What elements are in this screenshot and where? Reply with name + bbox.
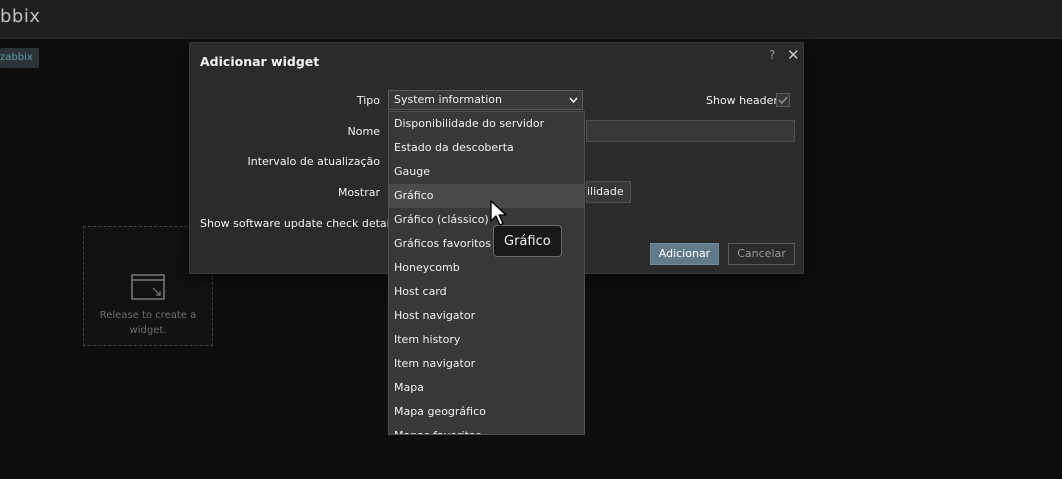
tipo-select-value: System information <box>394 93 503 106</box>
nome-input[interactable] <box>586 120 795 142</box>
dropdown-option[interactable]: Mapa geográfico <box>389 400 584 424</box>
show-header-checkbox[interactable] <box>776 93 790 107</box>
dropdown-option[interactable]: Host card <box>389 280 584 304</box>
mostrar-label: Mostrar <box>337 186 380 199</box>
host-tag[interactable]: zabbix <box>0 48 39 68</box>
tipo-select[interactable]: System information <box>388 90 583 110</box>
intervalo-label: Intervalo de atualização <box>247 155 380 168</box>
dropdown-option[interactable]: Item navigator <box>389 352 584 376</box>
software-update-label: Show software update check details <box>200 217 399 230</box>
top-bar: bbix <box>0 0 1062 39</box>
cancel-button[interactable]: Cancelar <box>728 243 795 265</box>
dropdown-option[interactable]: Disponibilidade do servidor <box>389 112 584 136</box>
mostrar-option-disponibilidade[interactable]: ilidade <box>586 181 631 203</box>
widget-placeholder-icon <box>131 274 165 300</box>
dropdown-option[interactable]: Estado da descoberta <box>389 136 584 160</box>
app-title: bbix <box>0 6 41 27</box>
checkmark-icon <box>778 96 788 105</box>
add-button[interactable]: Adicionar <box>650 243 719 265</box>
placeholder-message-line2: widget. <box>129 325 167 336</box>
help-icon[interactable]: ? <box>769 48 775 62</box>
placeholder-message-line1: Release to create a <box>99 310 197 321</box>
dropdown-option[interactable]: Honeycomb <box>389 256 584 280</box>
dropdown-option[interactable]: Gauge <box>389 160 584 184</box>
tooltip: Gráfico <box>493 225 562 257</box>
dropdown-option[interactable]: Gráfico <box>389 184 584 208</box>
nome-label: Nome <box>347 125 380 138</box>
dialog-title: Adicionar widget <box>200 54 320 69</box>
dropdown-option[interactable]: Item history <box>389 328 584 352</box>
tipo-dropdown-list[interactable]: Disponibilidade do servidor Estado da des… <box>388 111 585 435</box>
dropdown-option[interactable]: Mapa <box>389 376 584 400</box>
placeholder-message: Release to create a widget. <box>84 308 212 338</box>
close-icon[interactable]: ✕ <box>787 46 800 64</box>
show-header-label: Show header <box>706 94 778 107</box>
mouse-pointer-icon <box>490 200 507 226</box>
dropdown-option[interactable]: Mapas favoritos <box>389 424 584 434</box>
tipo-label: Tipo <box>356 94 380 107</box>
dropdown-option[interactable]: Host navigator <box>389 304 584 328</box>
